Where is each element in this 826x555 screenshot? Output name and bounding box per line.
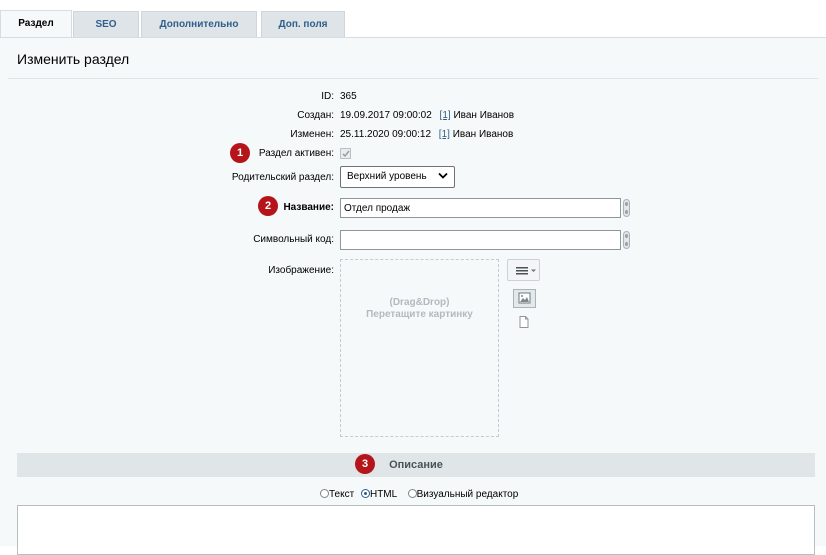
code-label: Символьный код: xyxy=(253,234,334,245)
mode-visual-label[interactable]: Визуальный редактор xyxy=(417,489,519,500)
checkmark-icon xyxy=(342,150,350,158)
image-label: Изображение: xyxy=(268,265,334,276)
modified-date: 25.11.2020 09:00:12 xyxy=(340,129,432,140)
active-checkbox[interactable] xyxy=(340,148,351,159)
created-user-name: Иван Иванов xyxy=(453,110,515,121)
mode-text-label[interactable]: Текст xyxy=(329,489,354,500)
code-input[interactable] xyxy=(340,230,621,250)
mode-html-label[interactable]: HTML xyxy=(370,489,397,500)
dropzone-hint-2: Перетащите картинку xyxy=(366,309,473,320)
name-input[interactable] xyxy=(340,198,621,218)
description-section-title: Описание xyxy=(389,459,443,471)
tab-extra-fields[interactable]: Доп. поля xyxy=(261,11,345,37)
parent-section-select[interactable]: Верхний уровень xyxy=(340,166,455,188)
modified-user-link[interactable]: [1] xyxy=(439,129,450,140)
created-value: 19.09.2017 09:00:02 [1] Иван Иванов xyxy=(340,110,514,121)
tab-seo[interactable]: SEO xyxy=(73,11,139,37)
modified-value: 25.11.2020 09:00:12 [1] Иван Иванов xyxy=(340,129,513,140)
modified-user-name: Иван Иванов xyxy=(452,129,514,140)
translit-toggle-icon[interactable] xyxy=(623,199,630,217)
file-icon[interactable] xyxy=(519,316,529,328)
mode-text-radio[interactable] xyxy=(320,489,329,498)
description-mode-group: Текст HTML Визуальный редактор xyxy=(320,489,518,500)
tab-bar: Раздел SEO Дополнительно Доп. поля xyxy=(0,0,826,38)
edit-panel: Изменить раздел ID: 365 Создан: 19.09.20… xyxy=(0,37,826,555)
created-date: 19.09.2017 09:00:02 xyxy=(340,110,432,121)
parent-label: Родительский раздел: xyxy=(231,172,334,183)
description-section-header: Описание xyxy=(17,453,815,477)
mode-visual-radio[interactable] xyxy=(407,489,417,498)
menu-lines-icon xyxy=(516,267,536,275)
image-upload-button[interactable] xyxy=(513,289,536,308)
image-icon xyxy=(518,292,531,304)
active-label: Раздел активен: xyxy=(258,148,334,159)
name-label: Название: xyxy=(283,202,334,213)
id-value: 365 xyxy=(340,91,357,102)
tab-additional[interactable]: Дополнительно xyxy=(141,11,257,37)
description-textarea[interactable] xyxy=(17,505,815,555)
parent-section-value: Верхний уровень xyxy=(347,171,427,182)
mode-html-radio[interactable] xyxy=(360,489,370,498)
created-user-link[interactable]: [1] xyxy=(440,110,451,121)
code-link-toggle-icon[interactable] xyxy=(623,231,630,249)
tab-section[interactable]: Раздел xyxy=(0,10,72,38)
dropzone-hint-1: (Drag&Drop) xyxy=(389,297,450,308)
image-menu-button[interactable] xyxy=(507,259,540,281)
created-label: Создан: xyxy=(297,110,334,121)
image-dropzone[interactable]: (Drag&Drop) Перетащите картинку xyxy=(340,259,499,437)
modified-label: Изменен: xyxy=(290,129,334,140)
chevron-down-icon xyxy=(438,172,448,179)
id-label: ID: xyxy=(321,91,334,102)
title-divider xyxy=(8,78,818,79)
page-title: Изменить раздел xyxy=(17,51,130,67)
annotation-badge-3: 3 xyxy=(355,454,375,474)
